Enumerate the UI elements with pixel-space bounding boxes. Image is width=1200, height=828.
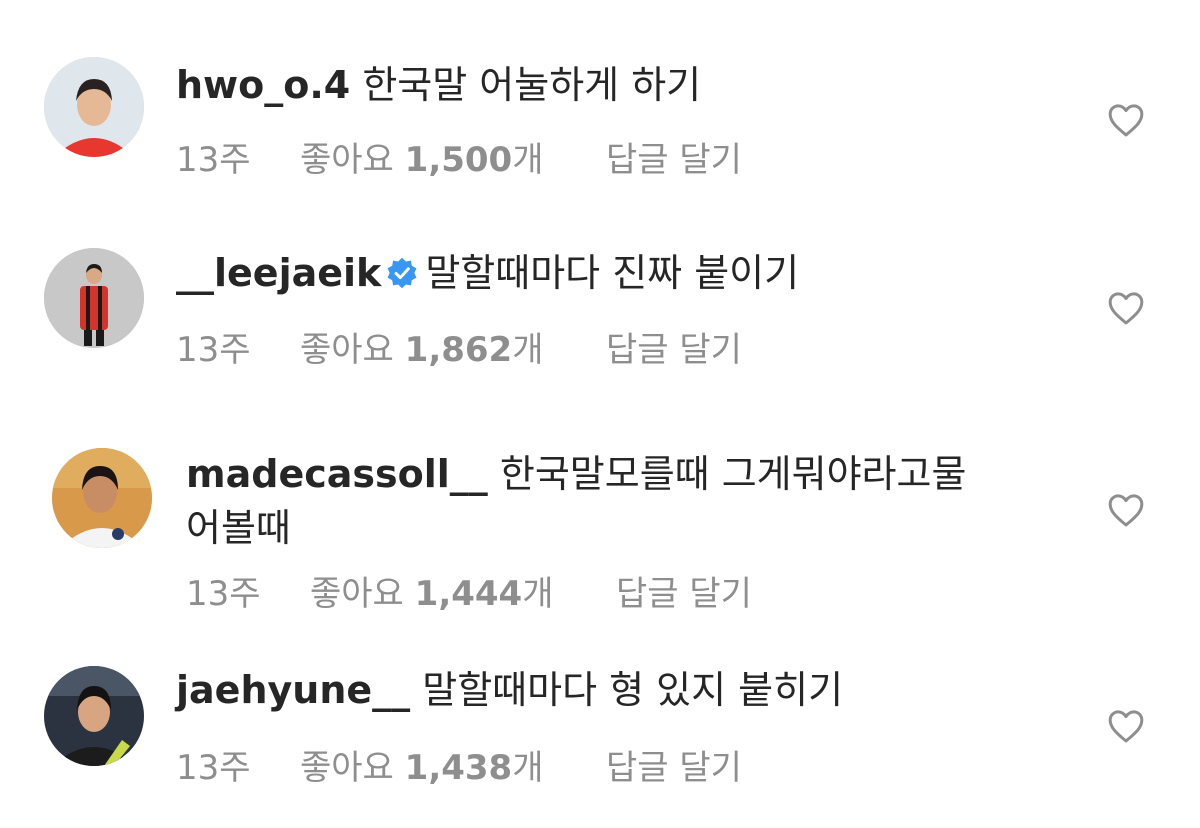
likes-count[interactable]: 좋아요 1,500개 xyxy=(300,140,606,180)
avatar-image xyxy=(44,57,144,157)
likes-count[interactable]: 좋아요 1,444개 xyxy=(310,574,616,614)
comment-body: 한국말모를때 그게뭐야라고물 xyxy=(499,452,967,496)
reply-button[interactable]: 답글 달기 xyxy=(606,140,742,180)
like-button[interactable] xyxy=(1106,100,1146,140)
avatar-image xyxy=(44,248,144,348)
avatar[interactable] xyxy=(44,57,144,157)
heart-outline-icon xyxy=(1108,710,1144,743)
likes-count[interactable]: 좋아요 1,438개 xyxy=(300,748,606,788)
comment-meta: 13주 좋아요 1,444개 답글 달기 xyxy=(186,574,752,614)
comment-meta: 13주 좋아요 1,862개 답글 달기 xyxy=(176,330,742,370)
like-button[interactable] xyxy=(1106,288,1146,328)
reply-button[interactable]: 답글 달기 xyxy=(606,330,742,370)
avatar-image xyxy=(44,666,144,766)
timestamp[interactable]: 13주 xyxy=(176,140,300,180)
heart-outline-icon xyxy=(1108,104,1144,137)
comment-meta: 13주 좋아요 1,500개 답글 달기 xyxy=(176,140,742,180)
username-link[interactable]: madecassoll__ xyxy=(186,452,488,496)
like-button[interactable] xyxy=(1106,706,1146,746)
comment-meta: 13주 좋아요 1,438개 답글 달기 xyxy=(176,748,742,788)
username-link[interactable]: hwo_o.4 xyxy=(176,63,350,107)
comment-text: __leejaeik 말할때마다 진짜 붙이기 xyxy=(176,246,799,300)
avatar[interactable] xyxy=(44,248,144,348)
comment-text: jaehyune__ 말할때마다 형 있지 붙히기 xyxy=(176,663,843,717)
timestamp[interactable]: 13주 xyxy=(186,574,310,614)
heart-outline-icon xyxy=(1108,494,1144,527)
verified-badge-icon xyxy=(387,257,417,289)
heart-outline-icon xyxy=(1108,292,1144,325)
likes-count[interactable]: 좋아요 1,862개 xyxy=(300,330,606,370)
username-link[interactable]: jaehyune__ xyxy=(176,668,410,712)
comment-body: 한국말 어눌하게 하기 xyxy=(362,63,702,107)
comment-text: madecassoll__ 한국말모를때 그게뭐야라고물 어볼때 xyxy=(186,447,966,555)
like-button[interactable] xyxy=(1106,490,1146,530)
timestamp[interactable]: 13주 xyxy=(176,330,300,370)
username-link[interactable]: __leejaeik xyxy=(176,251,381,295)
comment-text: hwo_o.4 한국말 어눌하게 하기 xyxy=(176,58,701,112)
avatar[interactable] xyxy=(52,448,152,548)
reply-button[interactable]: 답글 달기 xyxy=(616,574,752,614)
avatar[interactable] xyxy=(44,666,144,766)
comment-body: 말할때마다 진짜 붙이기 xyxy=(425,251,800,295)
comment-body: 말할때마다 형 있지 붙히기 xyxy=(422,668,844,712)
avatar-image xyxy=(52,448,152,548)
reply-button[interactable]: 답글 달기 xyxy=(606,748,742,788)
timestamp[interactable]: 13주 xyxy=(176,748,300,788)
comment-body-continued: 어볼때 xyxy=(186,506,291,550)
